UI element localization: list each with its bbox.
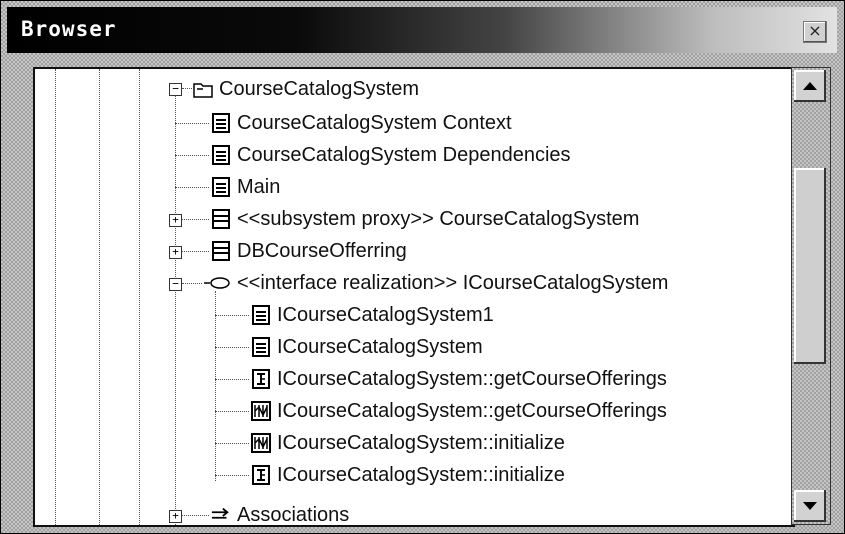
class-icon — [211, 209, 231, 229]
class-icon — [211, 241, 231, 261]
tree-connector — [215, 475, 249, 476]
tree-node-label: CourseCatalogSystem Context — [237, 111, 512, 134]
tree-node-label: CourseCatalogSystem Dependencies — [237, 143, 571, 166]
tree-connector — [215, 379, 249, 380]
tree-node-interface-realization[interactable]: <<interface realization>> ICourseCatalog… — [203, 267, 668, 299]
window-title: Browser — [21, 17, 117, 41]
expand-subsystem-proxy[interactable]: + — [169, 214, 182, 227]
arrow-up-icon — [803, 82, 817, 90]
tree-connector — [182, 515, 209, 516]
close-button[interactable]: × — [803, 21, 827, 43]
tree-node-realization-child[interactable]: ICourseCatalogSystem::getCourseOfferings — [251, 395, 667, 427]
sequence-diagram-icon — [251, 369, 271, 389]
root-expander[interactable]: − — [169, 83, 182, 96]
tree-connector — [175, 187, 209, 188]
tree-node-label: ICourseCatalogSystem::getCourseOfferings — [277, 399, 667, 422]
tree-connector — [215, 315, 249, 316]
tree-guide-line — [175, 93, 176, 525]
tree-node-dbcourseofferring[interactable]: DBCourseOfferring — [211, 235, 407, 267]
class-diagram-icon — [211, 113, 231, 133]
tree-node-label: DBCourseOfferring — [237, 239, 407, 262]
tree-node-realization-child[interactable]: ICourseCatalogSystem::getCourseOfferings — [251, 363, 667, 395]
association-icon — [211, 505, 231, 525]
tree-node-associations[interactable]: Associations — [211, 499, 350, 526]
tree-node-dependencies[interactable]: CourseCatalogSystem Dependencies — [211, 139, 571, 171]
tree-node-label: ICourseCatalogSystem::getCourseOfferings — [277, 367, 667, 390]
tree-guide-line — [99, 69, 100, 525]
tree-node-label: ICourseCatalogSystem — [277, 335, 483, 358]
tree-node-label: <<interface realization>> ICourseCatalog… — [237, 271, 669, 294]
expand-dbcourseofferring[interactable]: + — [169, 246, 182, 259]
tree-node-context[interactable]: CourseCatalogSystem Context — [211, 107, 512, 139]
tree-connector — [175, 155, 209, 156]
tree-guide-line — [55, 69, 56, 525]
tree-connector — [215, 347, 249, 348]
vertical-scrollbar[interactable] — [791, 67, 831, 525]
sequence-diagram-icon — [251, 465, 271, 485]
tree-node-label: ICourseCatalogSystem1 — [277, 303, 494, 326]
tree-guide-line — [139, 69, 140, 525]
package-icon — [193, 79, 213, 99]
tree-node-label: Associations — [237, 503, 350, 526]
tree-connector — [182, 219, 209, 220]
tree-node-realization-child[interactable]: ICourseCatalogSystem — [251, 331, 483, 363]
title-bar[interactable]: Browser × — [7, 7, 837, 53]
scrollbar-thumb[interactable] — [794, 168, 826, 364]
tree-node-realization-child[interactable]: ICourseCatalogSystem1 — [251, 299, 494, 331]
collaboration-diagram-icon — [251, 401, 271, 421]
expand-interface-realization[interactable]: − — [169, 278, 182, 291]
tree-node-label: ICourseCatalogSystem::initialize — [277, 431, 565, 454]
tree-node-label: Main — [237, 175, 281, 198]
realization-icon — [203, 273, 231, 293]
tree-node-root[interactable]: CourseCatalogSystem — [193, 73, 419, 105]
tree-guide-line — [215, 291, 216, 481]
browser-window: Browser × − CourseCatalogSystem CourseCa… — [0, 0, 845, 534]
tree-node-realization-child[interactable]: ICourseCatalogSystem::initialize — [251, 459, 565, 491]
tree-node-label: <<subsystem proxy>> CourseCatalogSystem — [237, 207, 640, 230]
class-diagram-icon — [251, 337, 271, 357]
tree-node-label: ICourseCatalogSystem::initialize — [277, 463, 565, 486]
collaboration-diagram-icon — [251, 433, 271, 453]
tree-connector — [182, 88, 192, 89]
scroll-up-button[interactable] — [794, 70, 826, 102]
tree-connector — [182, 251, 209, 252]
tree-node-realization-child[interactable]: ICourseCatalogSystem::initialize — [251, 427, 565, 459]
tree-node-main[interactable]: Main — [211, 171, 280, 203]
tree-connector — [215, 411, 249, 412]
tree-node-subsystem-proxy[interactable]: <<subsystem proxy>> CourseCatalogSystem — [211, 203, 639, 235]
tree-node-label: CourseCatalogSystem — [219, 77, 420, 100]
tree-view[interactable]: − CourseCatalogSystem CourseCatalogSyste… — [33, 67, 795, 527]
class-diagram-icon — [251, 305, 271, 325]
arrow-down-icon — [803, 502, 817, 510]
tree-connector — [175, 123, 209, 124]
class-diagram-icon — [211, 145, 231, 165]
expand-associations[interactable]: + — [169, 510, 182, 523]
tree-connector — [182, 283, 202, 284]
tree-connector — [215, 443, 249, 444]
scroll-down-button[interactable] — [794, 490, 826, 522]
class-diagram-icon — [211, 177, 231, 197]
